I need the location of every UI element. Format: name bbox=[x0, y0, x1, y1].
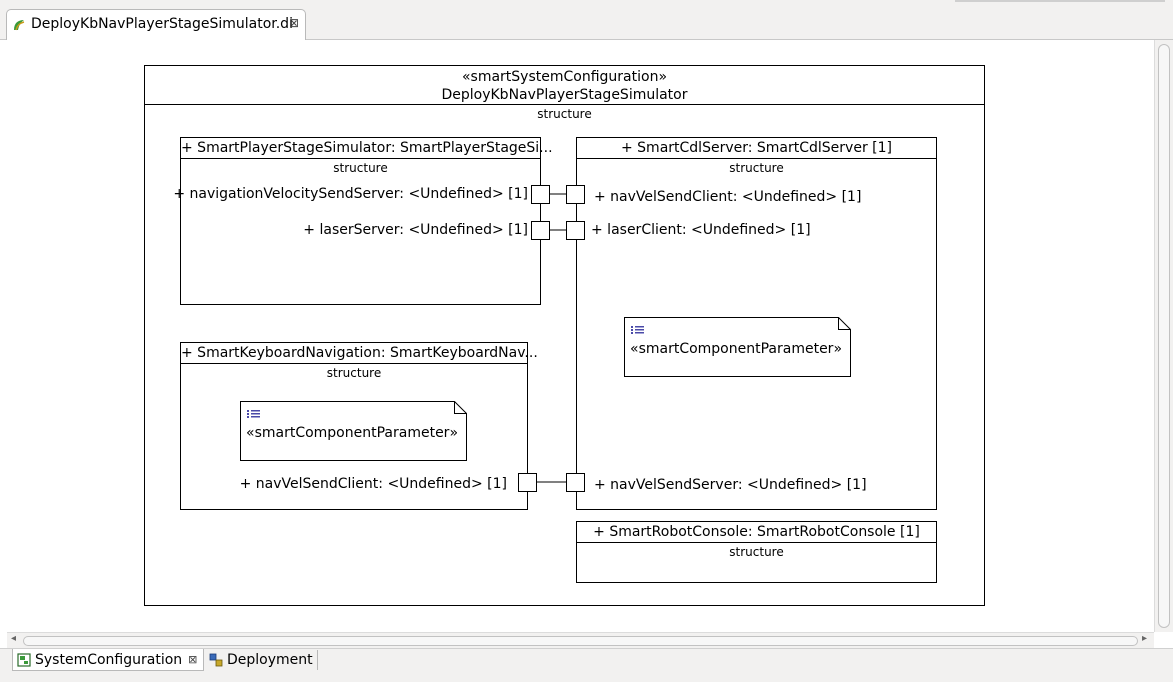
tab-bar-edge bbox=[955, 0, 1165, 2]
editor-tab-bar: DeployKbNavPlayerStageSimulator.di ⊠ bbox=[0, 0, 1173, 40]
composite-diagram-icon bbox=[17, 652, 31, 667]
close-icon[interactable]: ⊠ bbox=[289, 16, 299, 30]
part-title: + SmartPlayerStageSimulator: SmartPlayer… bbox=[181, 140, 553, 156]
part-structure-label: structure bbox=[326, 366, 382, 380]
horizontal-scroll-thumb[interactable] bbox=[23, 636, 1138, 646]
part-divider bbox=[181, 158, 540, 159]
part-divider bbox=[577, 542, 936, 543]
horizontal-scrollbar[interactable]: ◂ ▸ bbox=[7, 632, 1154, 648]
part-title: + SmartRobotConsole: SmartRobotConsole [… bbox=[593, 524, 920, 540]
part-title: + SmartCdlServer: SmartCdlServer [1] bbox=[620, 140, 892, 156]
port-navigation-velocity-send-server[interactable] bbox=[531, 185, 550, 204]
tab-separator bbox=[316, 650, 318, 670]
port-laser-client[interactable] bbox=[566, 221, 585, 240]
port-nav-vel-send-client[interactable] bbox=[566, 185, 585, 204]
scroll-left-icon[interactable]: ◂ bbox=[11, 633, 16, 644]
part-smart-player-stage-simulator[interactable]: + SmartPlayerStageSimulator: SmartPlayer… bbox=[173, 137, 553, 305]
note-stereotype: «smartComponentParameter» bbox=[630, 341, 843, 357]
port-label: + navigationVelocitySendServer: <Undefin… bbox=[173, 186, 528, 202]
vertical-scrollbar[interactable] bbox=[1154, 40, 1173, 632]
deployment-diagram-icon bbox=[209, 653, 223, 667]
port-label: + laserClient: <Undefined> [1] bbox=[591, 222, 811, 238]
papyrus-diagram-icon bbox=[14, 20, 25, 31]
part-smart-robot-console[interactable]: + SmartRobotConsole: SmartRobotConsole [… bbox=[576, 521, 937, 583]
tab-deployment[interactable]: Deployment bbox=[205, 649, 318, 671]
diagram-canvas[interactable]: «smartSystemConfiguration» DeployKbNavPl… bbox=[7, 40, 1154, 632]
part-structure-label: structure bbox=[729, 161, 784, 175]
editor-tab[interactable]: DeployKbNavPlayerStageSimulator.di ⊠ bbox=[6, 9, 306, 40]
part-structure-label: structure bbox=[729, 545, 784, 559]
port-nav-vel-send-server[interactable] bbox=[566, 473, 585, 492]
component-parameter-note[interactable]: «smartComponentParameter» bbox=[624, 317, 851, 377]
port-label: + navVelSendServer: <Undefined> [1] bbox=[594, 477, 867, 493]
port-label: + navVelSendClient: <Undefined> [1] bbox=[239, 476, 507, 492]
component-parameter-note[interactable]: «smartComponentParameter» bbox=[240, 401, 467, 461]
editor-tab-label: DeployKbNavPlayerStageSimulator.di bbox=[31, 16, 293, 32]
port-label: + navVelSendClient: <Undefined> [1] bbox=[594, 189, 862, 205]
page-tab-bar: SystemConfiguration ⊠ Deployment bbox=[0, 648, 1173, 682]
port-label: + laserServer: <Undefined> [1] bbox=[303, 222, 528, 238]
part-divider bbox=[181, 363, 527, 364]
tab-system-configuration[interactable]: SystemConfiguration ⊠ bbox=[12, 649, 205, 671]
port-nav-vel-send-client-keyboard[interactable] bbox=[518, 473, 537, 492]
part-divider bbox=[577, 158, 936, 159]
parameter-list-icon bbox=[631, 326, 644, 334]
vertical-scroll-thumb[interactable] bbox=[1158, 44, 1170, 628]
note-stereotype: «smartComponentParameter» bbox=[246, 425, 459, 441]
part-structure-label: structure bbox=[333, 161, 388, 175]
close-icon[interactable]: ⊠ bbox=[188, 653, 197, 666]
port-laser-server[interactable] bbox=[531, 221, 550, 240]
scroll-right-icon[interactable]: ▸ bbox=[1142, 633, 1147, 644]
part-title: + SmartKeyboardNavigation: SmartKeyboard… bbox=[181, 345, 538, 361]
tab-label: Deployment bbox=[227, 652, 313, 668]
parameter-list-icon bbox=[247, 410, 260, 418]
tab-label: SystemConfiguration bbox=[35, 651, 183, 668]
